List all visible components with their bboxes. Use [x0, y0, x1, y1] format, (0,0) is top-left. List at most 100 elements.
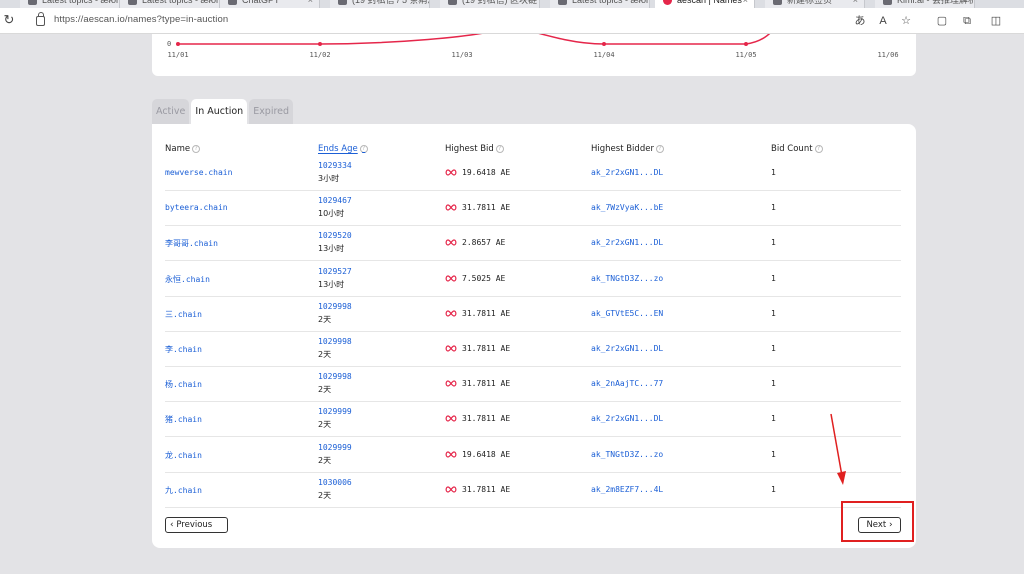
- table-row: 李哥哥.chain 1029520 13小时 2.8657 AE ak_2r2xGN1.…: [165, 226, 901, 262]
- bidder-link[interactable]: ak_GTVtE5C...EN: [591, 309, 663, 318]
- bidder-link[interactable]: ak_2r2xGN1...DL: [591, 344, 663, 353]
- name-link[interactable]: byteera.chain: [165, 203, 228, 212]
- url-text[interactable]: https://aescan.io/names?type=in-auction: [54, 14, 228, 25]
- name-link[interactable]: 猪.chain: [165, 414, 202, 425]
- series-line: [178, 34, 771, 45]
- bidder-link[interactable]: ak_2nAajTC...77: [591, 379, 663, 388]
- block-link[interactable]: 1029467: [318, 196, 352, 205]
- reload-icon[interactable]: ↻: [2, 13, 16, 27]
- close-icon[interactable]: ×: [963, 0, 968, 6]
- x-tick-label: 11/05: [735, 51, 757, 59]
- close-icon[interactable]: ×: [638, 0, 643, 6]
- help-icon[interactable]: ?: [655, 145, 664, 153]
- close-icon[interactable]: ×: [208, 0, 213, 6]
- lock-icon[interactable]: [36, 12, 45, 26]
- tab-favicon-icon: [28, 0, 37, 5]
- close-icon[interactable]: ×: [108, 0, 113, 6]
- name-link[interactable]: 李哥哥.chain: [165, 238, 218, 249]
- split-screen-icon[interactable]: ◫: [989, 14, 1003, 28]
- close-icon[interactable]: ×: [743, 0, 748, 6]
- bid-count: 1: [771, 273, 776, 283]
- age-text: 2天: [318, 455, 332, 465]
- bidder-link[interactable]: ak_TNGtD3Z...zo: [591, 450, 663, 459]
- names-table: Name ? Ends Age ? Highest Bid ? Highest …: [152, 124, 916, 548]
- block-link[interactable]: 1029334: [318, 161, 352, 170]
- extensions-icon[interactable]: ⧉: [960, 14, 974, 28]
- ae-logo-icon: [445, 345, 457, 352]
- tab-favicon-icon: [773, 0, 782, 5]
- browser-tab[interactable]: Latest topics - æforum×: [120, 0, 220, 8]
- header-ends-age-label[interactable]: Ends Age: [318, 144, 358, 154]
- collections-icon[interactable]: ▢: [935, 14, 949, 28]
- browser-tab[interactable]: 新建标签页 ×: [765, 0, 865, 8]
- previous-button[interactable]: ‹ Previous: [165, 517, 228, 533]
- name-link[interactable]: 九.chain: [165, 485, 202, 496]
- name-link[interactable]: 永恒.chain: [165, 274, 210, 285]
- ae-logo-icon: [445, 380, 457, 387]
- block-link[interactable]: 1029527: [318, 267, 352, 276]
- browser-tab[interactable]: (19 封私信 / 5 条消息)×: [330, 0, 430, 8]
- bid-amount: 31.7811 AE: [462, 344, 511, 353]
- ae-logo-icon: [445, 204, 457, 211]
- close-icon[interactable]: ×: [308, 0, 313, 6]
- table-row: 永恒.chain 1029527 13小时 7.5025 AE ak_TNGtD3Z..…: [165, 262, 901, 297]
- ae-logo-icon: [445, 450, 457, 458]
- name-link[interactable]: mewverse.chain: [165, 168, 232, 177]
- browser-tab-strip: Latest topics - æforum×Latest topics - æ…: [0, 0, 1024, 8]
- age-text: 2天: [318, 490, 332, 500]
- block-link[interactable]: 1029999: [318, 407, 352, 416]
- bidder-link[interactable]: ak_TNGtD3Z...zo: [591, 274, 663, 283]
- favorites-icon[interactable]: ☆: [899, 14, 913, 28]
- bid-count: 1: [771, 203, 776, 213]
- browser-tab[interactable]: Latest topics - æforum×: [20, 0, 120, 8]
- bidder-link[interactable]: ak_2r2xGN1...DL: [591, 238, 663, 247]
- tab-expired[interactable]: Expired: [249, 99, 294, 124]
- header-highest-bid-label: Highest Bid: [445, 144, 494, 154]
- help-icon[interactable]: ?: [359, 145, 368, 153]
- bid-amount: 31.7811 AE: [462, 379, 511, 389]
- browser-tab[interactable]: aescan | Names ×: [655, 0, 755, 8]
- translate-icon[interactable]: あ: [853, 14, 867, 28]
- close-icon[interactable]: ×: [418, 0, 423, 6]
- name-link[interactable]: 三.chain: [165, 309, 202, 320]
- tab-active[interactable]: Active: [152, 99, 190, 124]
- tab-in-auction[interactable]: In Auction: [191, 99, 248, 124]
- auction-chart: [176, 34, 771, 46]
- data-point: [176, 42, 180, 46]
- header-ends-age[interactable]: Ends Age ?: [318, 144, 368, 154]
- bidder-link[interactable]: ak_7WzVyaK...bE: [591, 203, 663, 212]
- close-icon[interactable]: ×: [853, 0, 858, 6]
- bidder-link[interactable]: ak_2m8EZF7...4L: [591, 485, 663, 494]
- block-link[interactable]: 1030006: [318, 478, 352, 487]
- browser-tab[interactable]: ChatGPT ×: [220, 0, 320, 8]
- bidder-link[interactable]: ak_2r2xGN1...DL: [591, 414, 663, 423]
- read-aloud-icon[interactable]: A: [876, 14, 890, 28]
- close-icon[interactable]: ×: [528, 0, 533, 6]
- table-row: mewverse.chain 1029334 3小时 19.6418 AE ak_2r2…: [165, 156, 901, 191]
- y-tick-label: 0: [167, 40, 172, 48]
- block-link[interactable]: 1029520: [318, 231, 352, 240]
- name-link[interactable]: 龙.chain: [165, 450, 202, 461]
- address-bar: ↻ https://aescan.io/names?type=in-auctio…: [0, 8, 1024, 34]
- browser-tab[interactable]: Latest topics - æforum×: [550, 0, 650, 8]
- table-row: 九.chain 1030006 2天 31.7811 AE ak_2m8EZF7...4…: [165, 473, 901, 508]
- block-link[interactable]: 1029999: [318, 443, 352, 452]
- bid-amount: 7.5025 AE: [462, 273, 506, 283]
- block-link[interactable]: 1029998: [318, 337, 352, 346]
- name-link[interactable]: 李.chain: [165, 344, 202, 355]
- block-link[interactable]: 1029998: [318, 372, 352, 381]
- help-icon[interactable]: ?: [495, 145, 504, 153]
- bid-count: 1: [771, 238, 776, 248]
- help-icon[interactable]: ?: [814, 145, 823, 153]
- highest-bid: 31.7811 AE: [445, 379, 510, 388]
- url-box[interactable]: https://aescan.io/names?type=in-auction: [30, 11, 840, 31]
- name-link[interactable]: 杨.chain: [165, 379, 202, 390]
- browser-tab[interactable]: (19 封私信) 区块链 ×: [440, 0, 540, 8]
- help-icon[interactable]: ?: [192, 145, 201, 153]
- browser-tab[interactable]: Kimi.ai - 会推理解析 ×: [875, 0, 975, 8]
- browser-tab-title: ChatGPT: [242, 0, 280, 5]
- block-link[interactable]: 1029998: [318, 302, 352, 311]
- table-row: 三.chain 1029998 2天 31.7811 AE ak_GTVtE5C...E…: [165, 297, 901, 332]
- bidder-link[interactable]: ak_2r2xGN1...DL: [591, 168, 663, 177]
- header-highest-bidder-label: Highest Bidder: [591, 144, 654, 154]
